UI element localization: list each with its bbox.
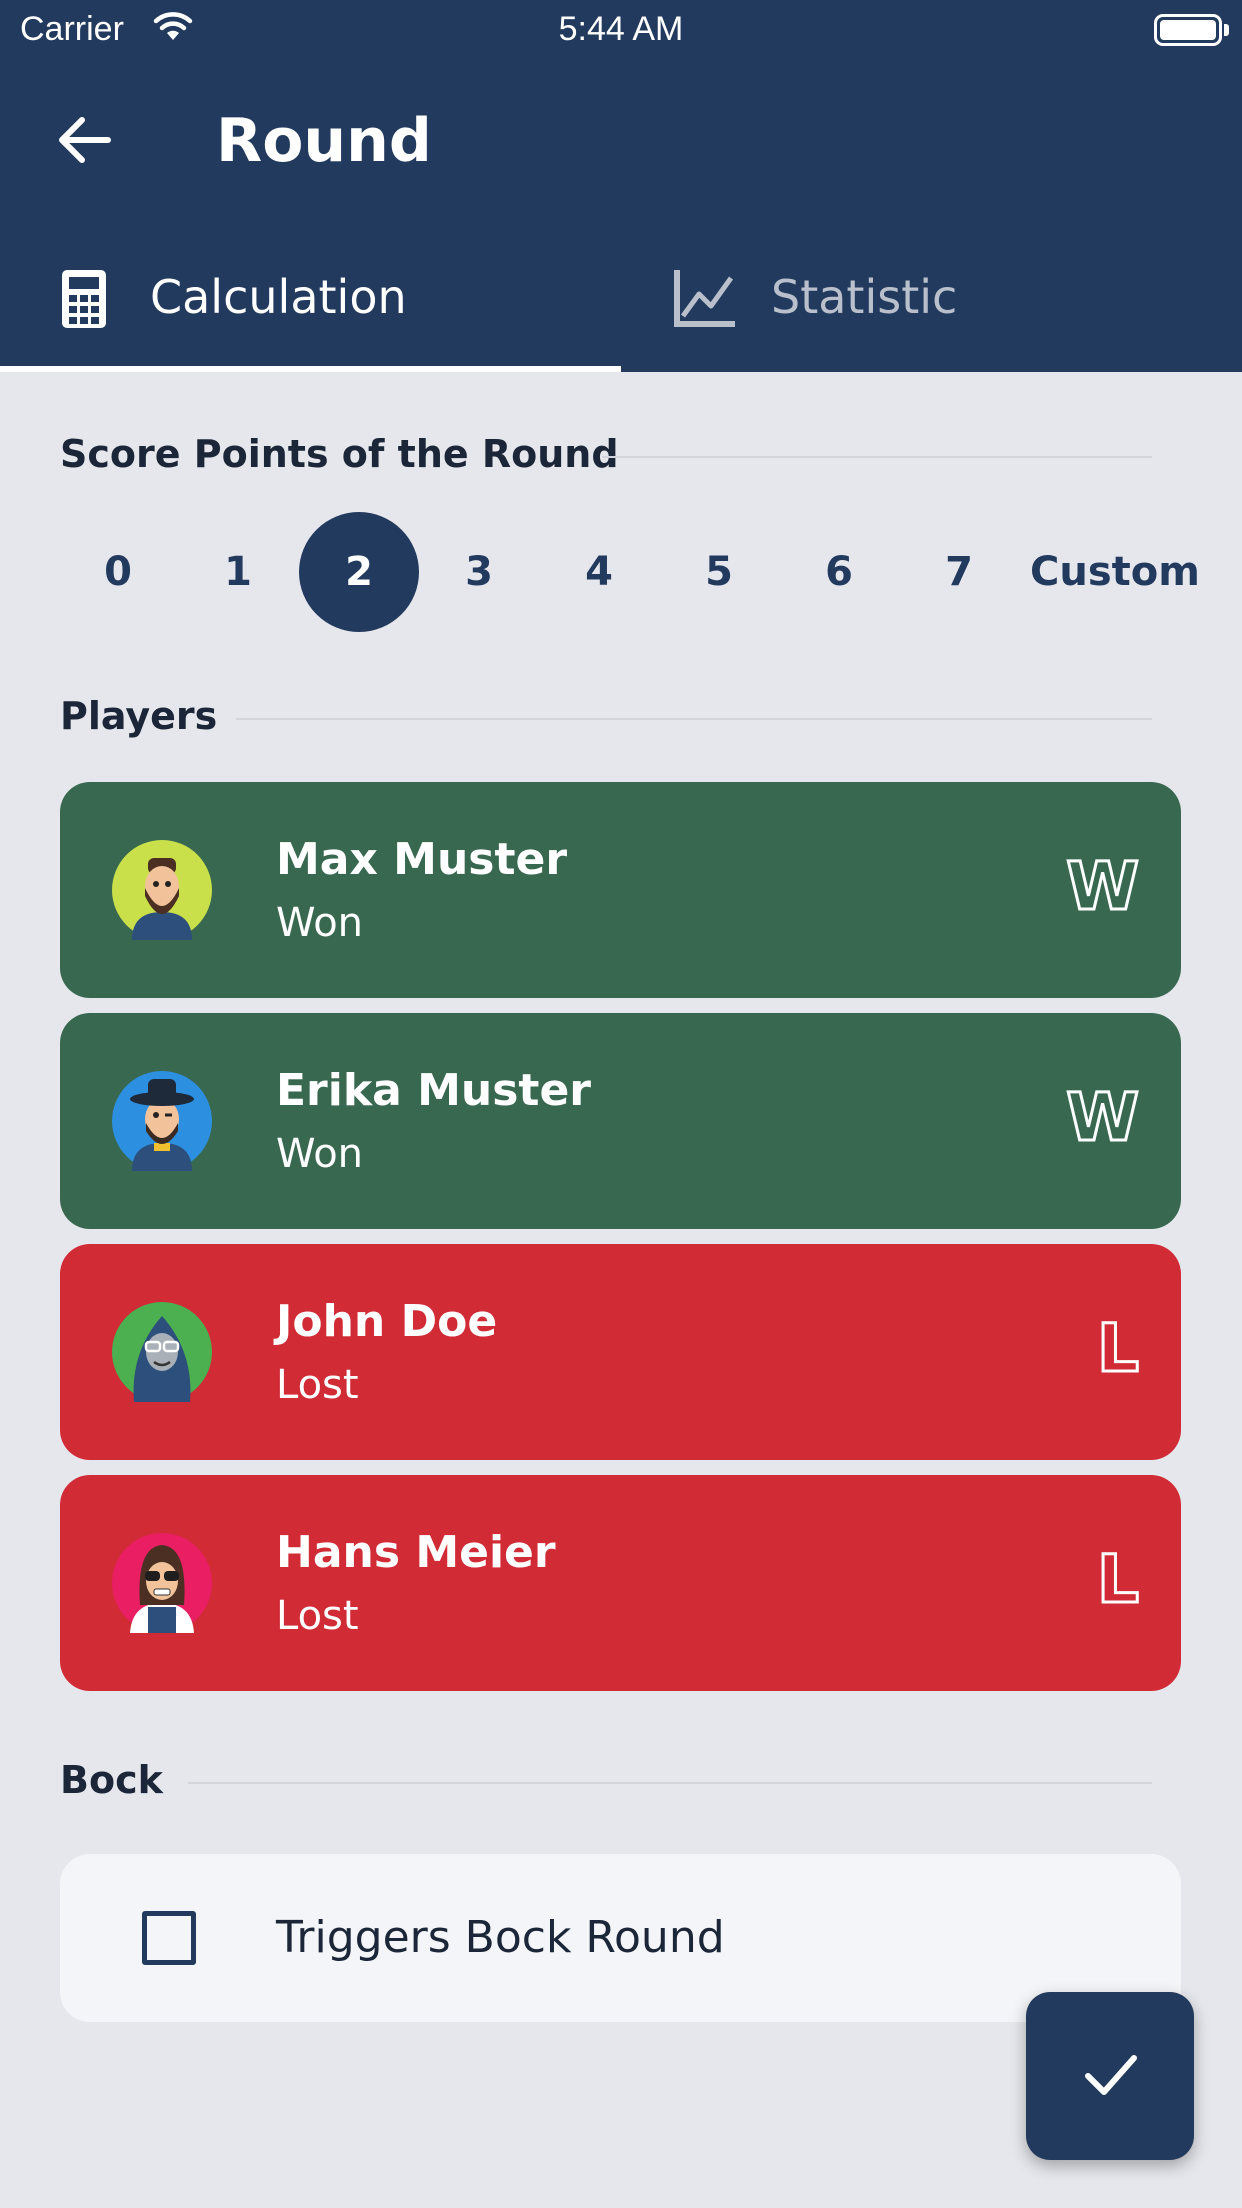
result-badge: W xyxy=(1065,1078,1141,1158)
avatar xyxy=(112,840,212,940)
score-option-4[interactable]: 4 xyxy=(539,512,659,632)
score-option-0[interactable]: 0 xyxy=(58,512,178,632)
score-option-6[interactable]: 6 xyxy=(779,512,899,632)
checkmark-icon xyxy=(1078,2042,1142,2110)
avatar xyxy=(112,1533,212,1633)
score-option-7[interactable]: 7 xyxy=(899,512,1019,632)
player-name: Hans Meier xyxy=(276,1527,556,1578)
player-card[interactable]: John Doe Lost L xyxy=(60,1244,1181,1460)
page-title: Round xyxy=(216,106,432,176)
player-status: Lost xyxy=(276,1362,359,1408)
result-badge: L xyxy=(1095,1540,1140,1620)
section-divider xyxy=(602,456,1152,458)
player-card[interactable]: Max Muster Won W xyxy=(60,782,1181,998)
bock-round-toggle[interactable]: Triggers Bock Round xyxy=(60,1854,1181,2022)
bock-checkbox-label: Triggers Bock Round xyxy=(276,1912,725,1963)
battery-icon xyxy=(1154,14,1222,46)
player-status: Won xyxy=(276,900,364,946)
player-name: Erika Muster xyxy=(276,1065,591,1116)
line-chart-icon xyxy=(673,268,737,332)
avatar xyxy=(112,1071,212,1171)
clock: 5:44 AM xyxy=(558,10,684,48)
back-arrow-icon[interactable] xyxy=(52,108,116,172)
section-divider xyxy=(188,1782,1152,1784)
status-bar: Carrier 5:44 AM xyxy=(0,0,1242,62)
avatar xyxy=(112,1302,212,1402)
score-option-1[interactable]: 1 xyxy=(178,512,298,632)
result-badge: L xyxy=(1095,1309,1140,1389)
bock-checkbox[interactable] xyxy=(142,1911,196,1965)
confirm-button[interactable] xyxy=(1026,1992,1194,2160)
app-header: Carrier 5:44 AM Round Calculation Statis… xyxy=(0,0,1242,372)
players-section-title: Players xyxy=(60,694,218,738)
bock-section-title: Bock xyxy=(60,1758,163,1802)
battery-cap xyxy=(1224,24,1229,36)
score-option-5[interactable]: 5 xyxy=(659,512,779,632)
tab-statistic[interactable]: Statistic xyxy=(621,230,1242,372)
score-option-2[interactable]: 2 xyxy=(299,512,419,632)
score-option-custom[interactable]: Custom xyxy=(1020,512,1210,632)
tab-calculation-label: Calculation xyxy=(150,270,407,324)
tab-calculation[interactable]: Calculation xyxy=(0,230,621,372)
player-status: Lost xyxy=(276,1593,359,1639)
score-section-title: Score Points of the Round xyxy=(60,432,619,476)
tab-statistic-label: Statistic xyxy=(771,270,958,324)
result-badge: W xyxy=(1065,847,1141,927)
score-option-3[interactable]: 3 xyxy=(419,512,539,632)
player-card[interactable]: Erika Muster Won W xyxy=(60,1013,1181,1229)
player-status: Won xyxy=(276,1131,364,1177)
player-name: John Doe xyxy=(276,1296,498,1347)
section-divider xyxy=(236,718,1152,720)
player-name: Max Muster xyxy=(276,834,568,885)
player-card[interactable]: Hans Meier Lost L xyxy=(60,1475,1181,1691)
calculator-icon xyxy=(60,268,108,334)
tab-indicator xyxy=(0,366,621,372)
